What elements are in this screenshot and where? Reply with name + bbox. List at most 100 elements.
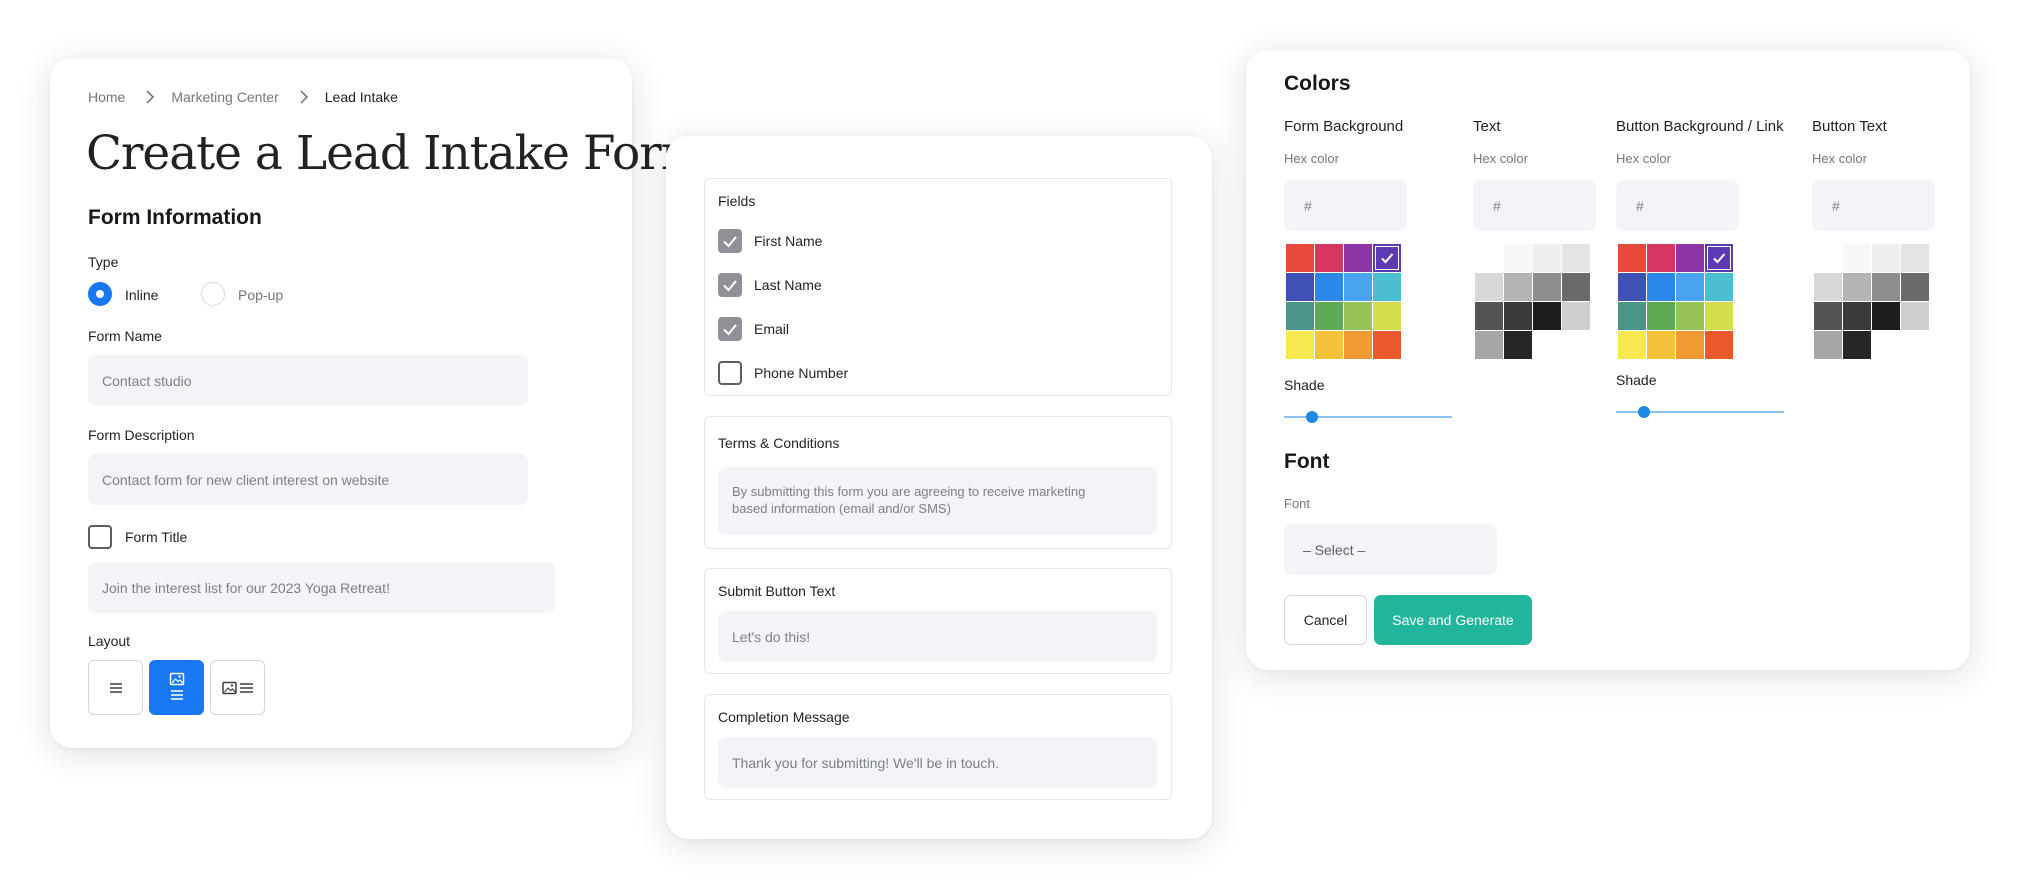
color-swatch[interactable] — [1843, 302, 1871, 330]
color-swatch[interactable] — [1344, 244, 1372, 272]
color-swatch[interactable] — [1562, 302, 1590, 330]
color-swatch[interactable] — [1618, 273, 1646, 301]
color-swatch[interactable] — [1315, 273, 1343, 301]
color-swatch[interactable] — [1872, 331, 1900, 359]
slider-knob[interactable] — [1638, 406, 1650, 418]
color-swatch[interactable] — [1315, 331, 1343, 359]
field-row-email[interactable]: Email — [718, 317, 789, 341]
color-swatch[interactable] — [1475, 331, 1503, 359]
color-swatch[interactable] — [1647, 302, 1675, 330]
form-background-hex-input[interactable]: # — [1284, 180, 1407, 231]
color-swatch[interactable] — [1373, 331, 1401, 359]
radio-popup[interactable] — [201, 282, 225, 306]
form-title-checkbox[interactable] — [88, 525, 112, 549]
font-select[interactable]: – Select – — [1284, 524, 1497, 575]
save-and-generate-button[interactable]: Save and Generate — [1374, 595, 1532, 645]
color-swatch[interactable] — [1315, 302, 1343, 330]
color-swatch[interactable] — [1562, 273, 1590, 301]
email-checkbox[interactable] — [718, 317, 742, 341]
phone-number-checkbox[interactable] — [718, 361, 742, 385]
button-text-hex-input[interactable]: # — [1812, 180, 1935, 231]
color-swatch[interactable] — [1843, 244, 1871, 272]
color-swatch[interactable] — [1705, 244, 1733, 272]
slider-knob[interactable] — [1306, 411, 1318, 423]
color-swatch[interactable] — [1705, 331, 1733, 359]
color-swatch[interactable] — [1676, 331, 1704, 359]
color-swatch[interactable] — [1872, 244, 1900, 272]
field-row-phone-number[interactable]: Phone Number — [718, 361, 848, 385]
color-swatch[interactable] — [1533, 273, 1561, 301]
color-swatch[interactable] — [1705, 302, 1733, 330]
form-title-input[interactable]: Join the interest list for our 2023 Yoga… — [88, 562, 555, 613]
last-name-checkbox[interactable] — [718, 273, 742, 297]
color-swatch[interactable] — [1901, 244, 1929, 272]
button-background-hex-input[interactable]: # — [1616, 180, 1739, 231]
form-background-shade-slider[interactable] — [1284, 411, 1452, 423]
field-row-first-name[interactable]: First Name — [718, 229, 822, 253]
field-row-last-name[interactable]: Last Name — [718, 273, 822, 297]
color-swatch[interactable] — [1504, 244, 1532, 272]
button-background-shade-slider[interactable] — [1616, 406, 1784, 418]
color-swatch[interactable] — [1901, 331, 1929, 359]
color-swatch[interactable] — [1814, 273, 1842, 301]
color-swatch[interactable] — [1618, 302, 1646, 330]
color-swatch[interactable] — [1618, 331, 1646, 359]
form-background-swatch-grid[interactable] — [1286, 244, 1401, 359]
color-swatch[interactable] — [1843, 331, 1871, 359]
color-swatch[interactable] — [1373, 273, 1401, 301]
color-swatch[interactable] — [1533, 331, 1561, 359]
layout-text-only-button[interactable] — [88, 660, 143, 715]
color-swatch[interactable] — [1814, 302, 1842, 330]
color-swatch[interactable] — [1705, 273, 1733, 301]
completion-message-input[interactable]: Thank you for submitting! We'll be in to… — [718, 737, 1157, 788]
breadcrumb-home[interactable]: Home — [88, 89, 125, 105]
form-description-input[interactable]: Contact form for new client interest on … — [88, 454, 528, 505]
color-swatch[interactable] — [1676, 302, 1704, 330]
color-swatch[interactable] — [1872, 302, 1900, 330]
button-text-swatch-grid[interactable] — [1814, 244, 1929, 359]
button-background-swatch-grid[interactable] — [1618, 244, 1733, 359]
color-swatch[interactable] — [1344, 273, 1372, 301]
color-swatch[interactable] — [1647, 273, 1675, 301]
color-swatch[interactable] — [1618, 244, 1646, 272]
color-swatch[interactable] — [1676, 244, 1704, 272]
color-swatch[interactable] — [1901, 302, 1929, 330]
color-swatch[interactable] — [1647, 244, 1675, 272]
color-swatch[interactable] — [1676, 273, 1704, 301]
color-swatch[interactable] — [1286, 273, 1314, 301]
terms-textarea[interactable]: By submitting this form you are agreeing… — [718, 467, 1157, 535]
submit-button-text-input[interactable]: Let's do this! — [718, 611, 1157, 662]
color-swatch[interactable] — [1475, 302, 1503, 330]
color-swatch[interactable] — [1504, 331, 1532, 359]
breadcrumb-marketing-center[interactable]: Marketing Center — [171, 89, 278, 105]
color-swatch[interactable] — [1344, 331, 1372, 359]
first-name-checkbox[interactable] — [718, 229, 742, 253]
color-swatch[interactable] — [1504, 302, 1532, 330]
color-swatch[interactable] — [1504, 273, 1532, 301]
color-swatch[interactable] — [1315, 244, 1343, 272]
radio-inline[interactable] — [88, 282, 112, 306]
color-swatch[interactable] — [1344, 302, 1372, 330]
layout-image-beside-button[interactable] — [210, 660, 265, 715]
text-color-hex-input[interactable]: # — [1473, 180, 1596, 231]
color-swatch[interactable] — [1475, 244, 1503, 272]
color-swatch[interactable] — [1286, 331, 1314, 359]
layout-image-above-button[interactable] — [149, 660, 204, 715]
cancel-button[interactable]: Cancel — [1284, 595, 1367, 645]
color-swatch[interactable] — [1373, 244, 1401, 272]
color-swatch[interactable] — [1901, 273, 1929, 301]
color-swatch[interactable] — [1562, 331, 1590, 359]
color-swatch[interactable] — [1872, 273, 1900, 301]
color-swatch[interactable] — [1286, 244, 1314, 272]
color-swatch[interactable] — [1373, 302, 1401, 330]
color-swatch[interactable] — [1533, 302, 1561, 330]
color-swatch[interactable] — [1475, 273, 1503, 301]
color-swatch[interactable] — [1814, 331, 1842, 359]
form-name-input[interactable]: Contact studio — [88, 355, 528, 406]
color-swatch[interactable] — [1286, 302, 1314, 330]
color-swatch[interactable] — [1647, 331, 1675, 359]
text-color-swatch-grid[interactable] — [1475, 244, 1590, 359]
color-swatch[interactable] — [1843, 273, 1871, 301]
color-swatch[interactable] — [1562, 244, 1590, 272]
color-swatch[interactable] — [1533, 244, 1561, 272]
